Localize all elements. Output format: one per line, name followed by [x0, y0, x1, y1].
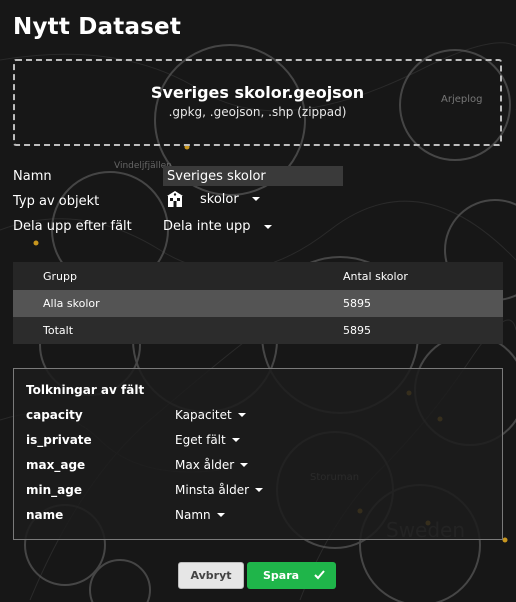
column-header-group: Grupp	[43, 269, 77, 283]
table-cell-group: Totalt	[43, 324, 74, 337]
field-select-value: Max ålder	[175, 458, 235, 472]
field-select-value: Eget fält	[175, 433, 226, 447]
field-interpretations-panel: Tolkningar av fält capacity Kapacitet is…	[13, 368, 503, 540]
page-title: Nytt Dataset	[13, 14, 182, 40]
name-input[interactable]	[163, 166, 343, 186]
column-header-count: Antal skolor	[343, 269, 408, 283]
type-label: Typ av objekt	[13, 194, 100, 209]
field-name-is-private: is_private	[26, 433, 92, 447]
field-select-value: Kapacitet	[175, 408, 232, 422]
file-dropzone[interactable]: Sveriges skolor.geojson .gpkg, .geojson,…	[13, 59, 502, 146]
field-name-min-age: min_age	[26, 483, 82, 497]
chevron-down-icon	[216, 513, 225, 517]
type-value: skolor	[200, 191, 239, 207]
dropzone-hint: .gpkg, .geojson, .shp (zippad)	[168, 105, 347, 119]
dropzone-filename: Sveriges skolor.geojson	[150, 83, 365, 102]
field-select-value: Namn	[175, 508, 211, 522]
table-row[interactable]: Alla skolor 5895	[13, 290, 503, 317]
field-select-is-private[interactable]: Eget fält	[175, 433, 240, 447]
field-select-min-age[interactable]: Minsta ålder	[175, 483, 264, 497]
chevron-down-icon	[231, 438, 240, 442]
save-button-label: Spara	[263, 569, 300, 582]
school-icon	[165, 190, 185, 208]
check-icon	[313, 568, 326, 584]
table-cell-count: 5895	[343, 297, 371, 310]
field-select-max-age[interactable]: Max ålder	[175, 458, 249, 472]
chevron-down-icon	[263, 224, 272, 229]
type-select[interactable]: skolor	[165, 190, 260, 208]
table-cell-count: 5895	[343, 324, 371, 337]
chevron-down-icon	[255, 488, 264, 492]
name-label: Namn	[13, 169, 52, 184]
table-cell-group: Alla skolor	[43, 297, 100, 310]
field-select-value: Minsta ålder	[175, 483, 250, 497]
field-name-max-age: max_age	[26, 458, 86, 472]
table-header: Grupp Antal skolor	[13, 262, 503, 290]
split-value: Dela inte upp	[163, 219, 251, 234]
group-table: Grupp Antal skolor Alla skolor 5895 Tota…	[13, 262, 503, 344]
chevron-down-icon	[237, 413, 246, 417]
save-button[interactable]: Spara	[247, 562, 336, 589]
table-row-total: Totalt 5895	[13, 317, 503, 344]
field-name-name: name	[26, 508, 64, 522]
field-name-capacity: capacity	[26, 408, 83, 422]
split-label: Dela upp efter fält	[13, 219, 132, 234]
chevron-down-icon	[251, 197, 260, 201]
split-select[interactable]: Dela inte upp	[163, 219, 272, 234]
field-select-name[interactable]: Namn	[175, 508, 225, 522]
chevron-down-icon	[240, 463, 249, 467]
cancel-button[interactable]: Avbryt	[178, 562, 244, 589]
field-select-capacity[interactable]: Kapacitet	[175, 408, 246, 422]
fields-title: Tolkningar av fält	[26, 383, 145, 397]
